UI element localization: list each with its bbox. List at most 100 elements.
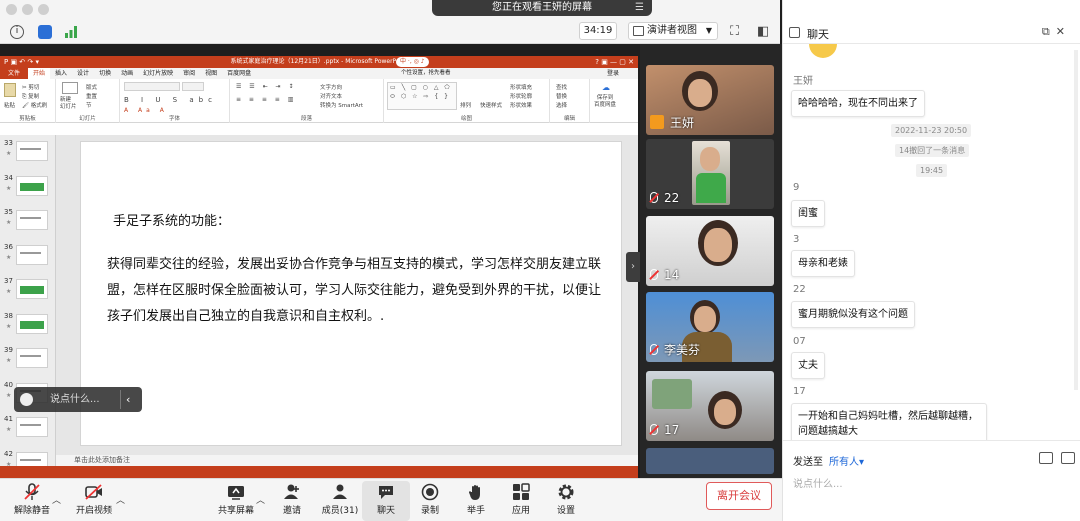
video-tile[interactable]: 王妍 xyxy=(646,65,774,135)
members-button[interactable]: 成员(31) xyxy=(316,481,364,521)
ppt-tab: 幻灯片放映 xyxy=(143,70,174,77)
ribbon-group-label: 编辑 xyxy=(563,116,575,122)
apps-button[interactable]: 应用 xyxy=(497,481,545,521)
thumb-content xyxy=(20,217,41,219)
participant-name: 14 xyxy=(650,268,679,282)
thumb-number: 38 xyxy=(4,311,13,320)
ribbon-group-paragraph: ☰ ☰ ⇤ ⇥ ↕ ≡ ≡ ≡ ≡ ▥ 文字方向 对齐文本 转换为 SmartA… xyxy=(230,79,384,123)
ppt-status-bar xyxy=(0,466,638,478)
window-zoom-dot[interactable] xyxy=(38,4,49,15)
image-icon[interactable] xyxy=(1061,452,1075,464)
menu-icon[interactable]: ☰ xyxy=(635,0,644,16)
emoji-icon[interactable] xyxy=(20,393,33,406)
send-to-target[interactable]: 所有人▾ xyxy=(829,457,864,468)
chevron-up-icon[interactable]: ︿ xyxy=(116,493,125,506)
file-icon[interactable] xyxy=(1039,452,1053,464)
raise-hand-button[interactable]: 举手 xyxy=(452,481,500,521)
collapse-video-strip-button[interactable]: › xyxy=(626,252,640,282)
slide-thumbnail[interactable] xyxy=(16,141,48,161)
shape-fill-label: 形状填充 xyxy=(510,85,533,91)
slide-thumbnail[interactable] xyxy=(16,279,48,299)
ribbon-group-slides: 新建 幻灯片 版式 重置 节 幻灯片 xyxy=(56,79,120,123)
slide-thumbnail[interactable] xyxy=(16,244,48,265)
settings-button[interactable]: 设置 xyxy=(542,481,590,521)
participant-name: 17 xyxy=(650,423,679,437)
thumb-content xyxy=(20,320,44,329)
slide-heading: 手足子系统的功能： xyxy=(113,214,231,229)
invite-button[interactable]: 邀请 xyxy=(268,481,316,521)
slide-thumbnail[interactable] xyxy=(16,417,48,437)
leave-meeting-button[interactable]: 离开会议 xyxy=(706,482,772,510)
format-painter-text: 格式刷 xyxy=(30,103,48,109)
video-tile[interactable]: 李美芬 xyxy=(646,292,774,362)
ime-text: 中 ·, ◎ ♪ xyxy=(400,58,425,65)
ppt-login: 登录 xyxy=(606,70,619,77)
record-button[interactable]: 录制 xyxy=(406,481,454,521)
video-tile[interactable]: 17 xyxy=(646,371,774,441)
thumb-number: 40 xyxy=(4,380,13,389)
signal-icon[interactable] xyxy=(64,25,78,39)
members-icon xyxy=(331,483,349,501)
video-tile[interactable] xyxy=(646,448,774,474)
quick-access-icons: P ▣ ↶ ↷ ▾ xyxy=(4,58,39,66)
thumb-animation-star-icon: ★ xyxy=(6,150,12,157)
format-painter-label: 🖌 格式刷 xyxy=(22,103,48,109)
reset-label: 重置 xyxy=(86,94,98,100)
participant-face xyxy=(688,79,712,107)
message-sender: 07 xyxy=(793,336,806,347)
send-to-selector[interactable]: 发送至 所有人▾ xyxy=(793,453,864,468)
comment-input[interactable]: 说点什么... ‹ xyxy=(14,387,142,412)
video-tile[interactable]: 14 xyxy=(646,216,774,286)
view-mode-dropdown[interactable]: 演讲者视图 ▼ xyxy=(628,22,718,40)
comment-placeholder: 说点什么... xyxy=(50,394,100,405)
participant-name: 李美芬 xyxy=(650,341,700,358)
chevron-up-icon[interactable]: ︿ xyxy=(52,493,61,506)
ppt-tab: 审阅 xyxy=(183,70,196,77)
gear-icon xyxy=(557,483,575,501)
info-icon[interactable]: i xyxy=(10,25,24,39)
baidu-cloud-icon: ☁ xyxy=(602,83,610,92)
ppt-window-title: 系统式家庭治疗理论（12月21日）.pptx - Microsoft Power… xyxy=(230,58,408,65)
apps-label: 应用 xyxy=(511,506,530,516)
mic-off-icon xyxy=(650,192,658,203)
font-color-icons: A Aa A xyxy=(124,107,168,114)
chevron-up-icon[interactable]: ︿ xyxy=(256,493,265,506)
window-minimize-dot[interactable] xyxy=(22,4,33,15)
slide-canvas: 手足子系统的功能： 获得同辈交往的经验，发展出妥协合作竞争与相互支持的模式，学习… xyxy=(80,141,622,446)
chat-input[interactable]: 说点什么... xyxy=(793,475,843,490)
ime-toolbar: 中 ·, ◎ ♪ xyxy=(396,57,429,67)
chevron-left-icon[interactable]: ‹ xyxy=(126,387,130,412)
chat-window-buttons[interactable]: ⧉✕ xyxy=(1042,25,1071,39)
slide-thumbnail[interactable] xyxy=(16,313,48,334)
unmute-button[interactable]: 解除静音 xyxy=(8,481,56,521)
ppt-ribbon-tabs: 文件 开始 插入 设计 切换 动画 幻灯片放映 审阅 视图 百度网盘 个性设置，抢先看看 登录 xyxy=(0,68,638,79)
share-screen-button[interactable]: 共享屏幕 xyxy=(212,481,260,521)
fullscreen-icon[interactable]: ⛶ xyxy=(730,24,739,39)
shield-icon[interactable] xyxy=(38,25,52,39)
slide-thumbnail[interactable] xyxy=(16,348,48,368)
window-close-dot[interactable] xyxy=(6,4,17,15)
chat-scrollbar[interactable] xyxy=(1074,50,1078,390)
smartart-label: 转换为 SmartArt xyxy=(320,103,364,109)
hand-icon xyxy=(467,483,485,501)
share-notice-text: 您正在观看王妍的屏幕 xyxy=(492,2,592,13)
ribbon-group-label: 幻灯片 xyxy=(79,116,96,122)
thumb-number: 37 xyxy=(4,277,13,285)
sidebar-toggle-icon[interactable]: ◧ xyxy=(757,24,769,39)
thumb-number: 41 xyxy=(4,415,13,423)
meeting-toolbar: 解除静音 ︿ 开启视频 ︿ 共享屏幕 ︿ 邀请 成员(31) 聊天 录制 举手 … xyxy=(0,478,782,521)
slide-thumbnail[interactable] xyxy=(16,175,48,196)
slide-thumbnail[interactable] xyxy=(16,210,48,230)
chat-button[interactable]: 聊天 xyxy=(362,481,410,521)
video-tile[interactable]: 22 xyxy=(646,139,774,209)
ppt-tab: 动画 xyxy=(121,70,134,77)
chat-messages: 王妍 哈哈哈哈，现在不同出来了 2022-11-23 20:50 14撤回了一条… xyxy=(783,44,1071,440)
ribbon-group-label: 段落 xyxy=(300,116,312,122)
chat-bubble-icon xyxy=(377,483,395,501)
thumb-animation-star-icon: ★ xyxy=(6,357,12,364)
message-bubble: 闺蜜 xyxy=(791,200,825,227)
slide-body: 获得同辈交往的经验，发展出妥协合作竞争与相互支持的模式，学习怎样交朋友建立联盟，… xyxy=(107,257,602,324)
copy-text: 复制 xyxy=(28,94,40,100)
thumb-animation-star-icon: ★ xyxy=(6,253,12,261)
start-video-button[interactable]: 开启视频 xyxy=(70,481,118,521)
